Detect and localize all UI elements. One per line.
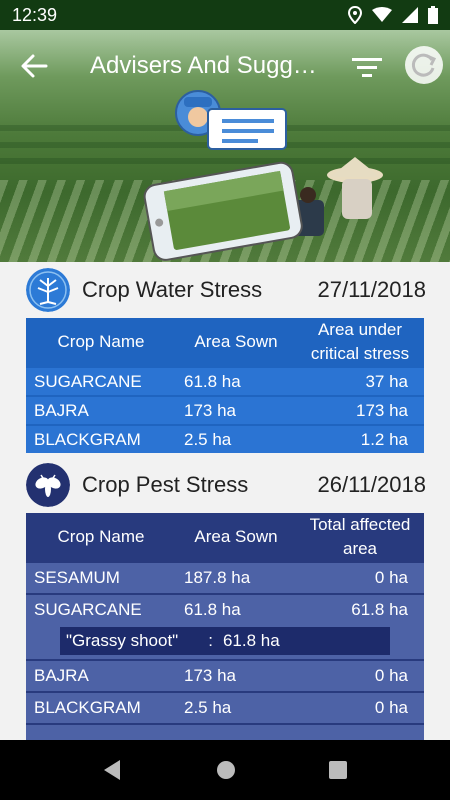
column-header: Crop Name	[57, 332, 145, 351]
table-row: SESAMUM 187.8 ha 0 ha	[26, 563, 424, 593]
crop-name: SESAMUM	[34, 568, 120, 587]
nav-recents-icon[interactable]	[326, 758, 350, 782]
nav-back-icon[interactable]	[100, 758, 124, 782]
refresh-icon	[411, 53, 437, 77]
area-sown: 2.5 ha	[184, 698, 232, 717]
crop-name: BLACKGRAM	[34, 698, 141, 717]
wifi-icon	[372, 7, 392, 22]
insect-icon	[26, 463, 70, 507]
pest-stress-title: Crop Pest Stress	[82, 472, 249, 497]
water-stress-header: Crop Water Stress 27/11/2018	[26, 268, 426, 314]
affected-area: 0 ha	[374, 666, 408, 685]
pest-detail: "Grassy shoot" : 61.8 ha	[60, 627, 390, 655]
water-stress-date: 27/11/2018	[317, 277, 426, 302]
stress-area: 173 ha	[356, 400, 408, 420]
column-header: Crop Name	[57, 527, 145, 546]
table-row: BAJRA 173 ha 0 ha	[26, 661, 424, 691]
column-header: Area under critical stress	[310, 320, 410, 363]
affected-area: 0 ha	[374, 568, 408, 587]
back-arrow-icon[interactable]	[18, 50, 50, 82]
system-nav-bar	[0, 740, 450, 800]
table-row-partial	[26, 725, 424, 740]
table-row: BAJRA 173 ha 173 ha	[26, 397, 424, 424]
area-sown: 173 ha	[184, 666, 236, 685]
crop-name: BLACKGRAM	[34, 429, 141, 449]
status-bar: 12:39	[0, 0, 450, 30]
nav-home-icon[interactable]	[214, 758, 238, 782]
area-sown: 187.8 ha	[184, 568, 251, 587]
cell-signal-icon	[402, 7, 418, 23]
table-row-expanded[interactable]: SUGARCANE 61.8 ha 61.8 ha "Grassy shoot"…	[26, 595, 424, 659]
column-header: Total affected area	[309, 515, 411, 558]
area-sown: 2.5 ha	[184, 429, 232, 449]
status-time: 12:39	[12, 5, 58, 25]
content-list[interactable]: Crop Water Stress 27/11/2018 Crop Name A…	[0, 262, 450, 740]
water-stress-table: Crop Name Area Sown Area under critical …	[26, 318, 424, 453]
column-header: Area Sown	[194, 527, 278, 546]
crop-name: BAJRA	[34, 666, 89, 685]
battery-icon	[428, 6, 438, 24]
location-icon	[348, 6, 362, 24]
area-sown: 61.8 ha	[184, 600, 241, 619]
pest-stress-table: Crop Name Area Sown Total affected area …	[26, 513, 424, 740]
column-header: Area Sown	[194, 332, 278, 351]
area-sown: 173 ha	[184, 400, 236, 420]
crop-name: SUGARCANE	[34, 600, 142, 619]
stress-area: 37 ha	[365, 371, 408, 391]
refresh-button[interactable]	[405, 46, 443, 84]
app-bar: Advisers And Suggestions	[0, 30, 450, 100]
stress-area: 1.2 ha	[360, 429, 408, 449]
affected-area: 0 ha	[374, 698, 408, 717]
pest-name: "Grassy shoot"	[66, 631, 179, 650]
crop-name: SUGARCANE	[34, 371, 142, 391]
status-icons	[348, 5, 438, 25]
table-row: BLACKGRAM 2.5 ha 1.2 ha	[26, 426, 424, 453]
page-title: Advisers And Suggestions	[90, 52, 330, 79]
pest-separator: :	[208, 631, 213, 650]
pest-stress-date: 26/11/2018	[317, 472, 426, 497]
filter-icon[interactable]	[350, 52, 384, 82]
table-row: SUGARCANE 61.8 ha 61.8 ha	[26, 595, 424, 625]
table-row: SUGARCANE 61.8 ha 37 ha	[26, 368, 424, 395]
pest-stress-header: Crop Pest Stress 26/11/2018	[26, 463, 426, 509]
table-row: BLACKGRAM 2.5 ha 0 ha	[26, 693, 424, 723]
water-stress-title: Crop Water Stress	[82, 277, 263, 302]
water-tree-icon	[26, 268, 70, 312]
table-header: Crop Name Area Sown Total affected area	[26, 513, 424, 561]
affected-area: 61.8 ha	[351, 600, 408, 619]
phone-illustration	[143, 161, 303, 261]
pest-area: 61.8 ha	[222, 631, 280, 650]
crop-name: BAJRA	[34, 400, 89, 420]
area-sown: 61.8 ha	[184, 371, 241, 391]
table-header: Crop Name Area Sown Area under critical …	[26, 318, 424, 366]
